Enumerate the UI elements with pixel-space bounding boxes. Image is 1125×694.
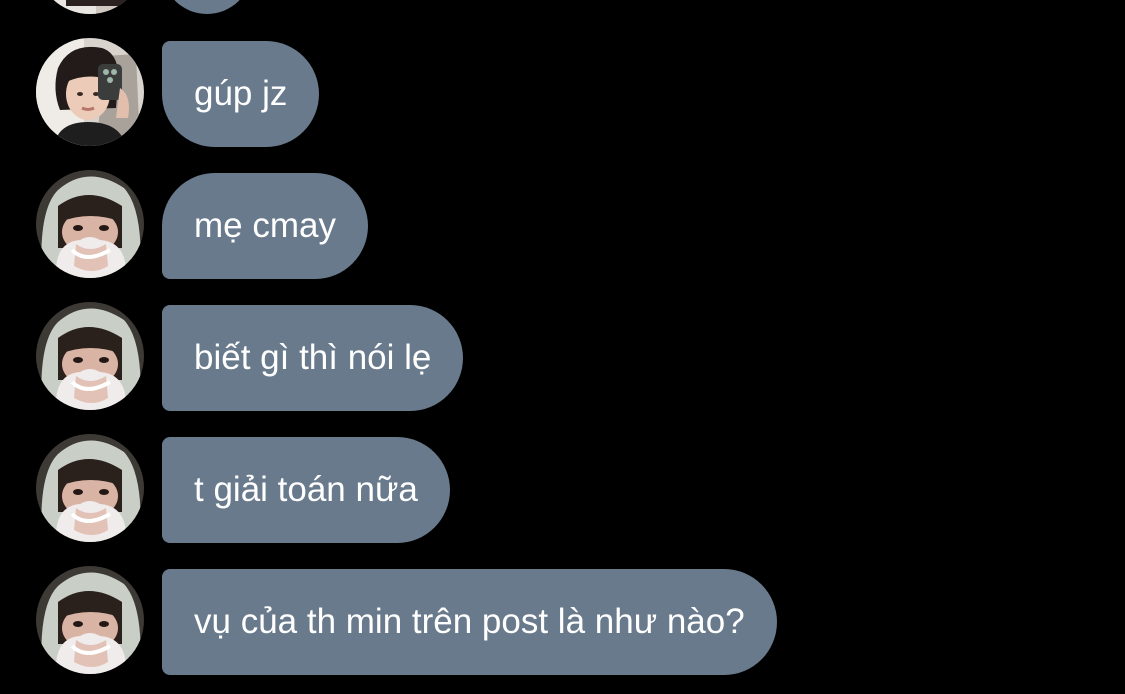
avatar-hooded-person-icon[interactable] — [36, 434, 144, 542]
chat-message: t giải toán nữa — [0, 434, 1125, 543]
message-bubble[interactable]: biết gì thì nói lẹ — [162, 305, 464, 411]
avatar-hooded-person-icon[interactable] — [36, 566, 144, 674]
avatar-hooded-person-icon[interactable] — [36, 302, 144, 410]
message-bubble[interactable]: vụ của th min trên post là như nào? — [162, 569, 777, 675]
chat-message: vụ của th min trên post là như nào? — [0, 566, 1125, 675]
chat-message: gúp jz — [0, 38, 1125, 147]
message-bubble-partial[interactable] — [162, 0, 252, 14]
avatar-girl-mirror-selfie-icon[interactable] — [36, 0, 144, 14]
chat-message: biết gì thì nói lẹ — [0, 302, 1125, 411]
message-bubble[interactable]: t giải toán nữa — [162, 437, 450, 543]
message-bubble[interactable]: gúp jz — [162, 41, 320, 147]
avatar-girl-mirror-selfie-icon[interactable] — [36, 38, 144, 146]
message-bubble[interactable]: mẹ cmay — [162, 173, 368, 279]
avatar-hooded-person-icon[interactable] — [36, 170, 144, 278]
chat-message: mẹ cmay — [0, 170, 1125, 279]
